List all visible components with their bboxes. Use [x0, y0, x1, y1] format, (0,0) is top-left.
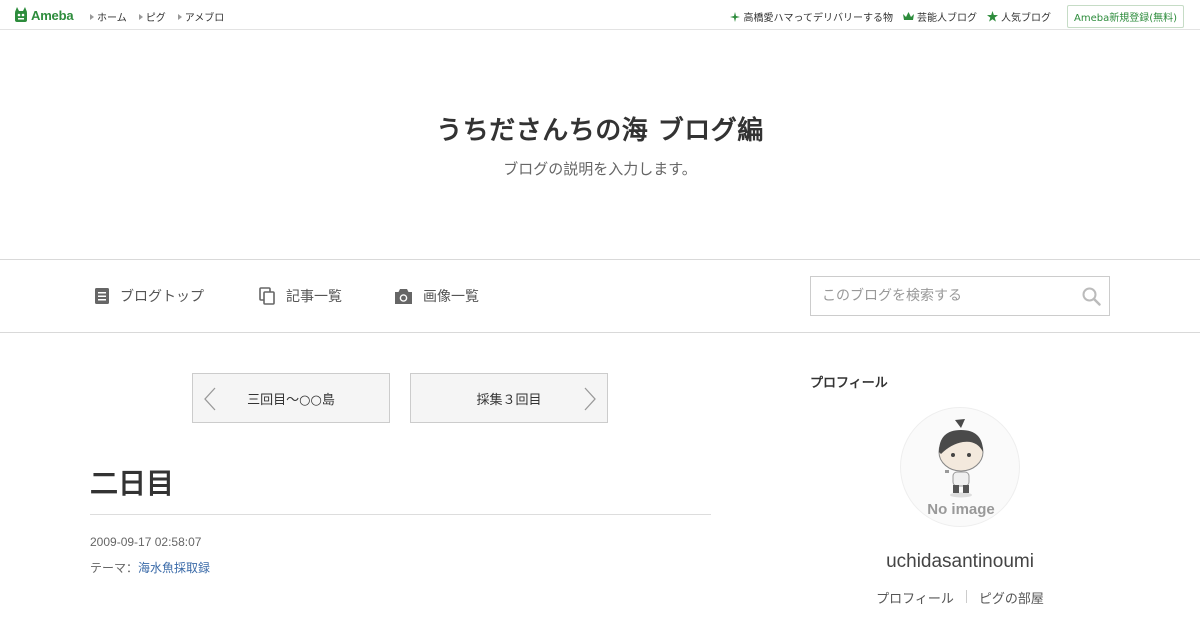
sparkle-icon: [730, 11, 741, 22]
global-nav-pigg[interactable]: ピグ: [138, 9, 166, 24]
global-nav-ameblo[interactable]: アメブロ: [177, 9, 225, 24]
document-icon: [95, 288, 109, 304]
search-input[interactable]: [811, 277, 1071, 315]
next-entry-button[interactable]: 採集３回目: [410, 373, 608, 423]
blog-description: ブログの説明を入力します。: [503, 160, 697, 178]
blog-nav-bar: ブログトップ 記事一覧 画像一覧: [0, 259, 1200, 333]
nav-article-list-label: 記事一覧: [286, 289, 342, 305]
entry-title[interactable]: 二日目: [90, 462, 174, 502]
search-icon[interactable]: [1082, 287, 1101, 306]
profile-links: プロフィール ピグの部屋: [810, 588, 1110, 607]
global-nav: ホーム ピグ アメブロ: [90, 9, 236, 24]
pigg-room-link[interactable]: ピグの部屋: [979, 588, 1044, 607]
entry-theme: テーマ：海水魚採取録: [90, 559, 210, 576]
trending-link[interactable]: 高橋愛ハマってデリバリーする物: [730, 9, 893, 24]
top-right-links: 高橋愛ハマってデリバリーする物 芸能人ブログ 人気ブログ Ameba新規登録(無…: [720, 5, 1184, 28]
entry-date: 2009-09-17 02:58:07: [90, 535, 202, 549]
trending-link-label: 高橋愛ハマってデリバリーする物: [743, 13, 893, 24]
profile-username[interactable]: uchidasantinoumi: [810, 551, 1110, 573]
avatar[interactable]: No image: [900, 407, 1020, 527]
global-nav-label: ピグ: [145, 13, 166, 24]
prev-entry-label: 三回目～○○島: [247, 392, 335, 408]
ameba-header-bar: Ameba ホーム ピグ アメブロ 高橋愛ハマってデリバリーする物 芸能人ブログ…: [0, 0, 1200, 30]
divider: [90, 514, 711, 515]
prev-entry-button[interactable]: 三回目～○○島: [192, 373, 390, 423]
global-nav-home[interactable]: ホーム: [90, 9, 127, 24]
ameba-logo-icon: [15, 7, 27, 22]
nav-article-list[interactable]: 記事一覧: [259, 286, 342, 306]
popular-blog-link[interactable]: 人気ブログ: [986, 9, 1051, 24]
next-entry-label: 採集３回目: [476, 392, 542, 408]
nav-image-list[interactable]: 画像一覧: [394, 286, 479, 306]
entry-theme-prefix: テーマ：: [90, 561, 139, 575]
blog-title[interactable]: うちださんちの海 ブログ編: [0, 110, 1200, 147]
register-button[interactable]: Ameba新規登録(無料): [1066, 5, 1184, 28]
chevron-left-icon: [204, 387, 216, 411]
avatar-placeholder-text: No image: [927, 501, 995, 518]
nav-blog-top-label: ブログトップ: [120, 289, 204, 305]
no-image-avatar-icon: No image: [927, 419, 995, 518]
divider: [965, 590, 967, 603]
triangle-right-icon: [138, 13, 143, 20]
profile-link[interactable]: プロフィール: [876, 588, 954, 607]
chevron-right-icon: [584, 387, 596, 411]
camera-icon: [395, 288, 412, 304]
star-icon: [986, 11, 998, 22]
triangle-right-icon: [90, 13, 94, 20]
entry-theme-link[interactable]: 海水魚採取録: [138, 561, 210, 575]
nav-blog-top[interactable]: ブログトップ: [94, 286, 204, 306]
ameba-logo[interactable]: Ameba: [14, 7, 74, 23]
global-nav-label: ホーム: [97, 13, 127, 24]
triangle-right-icon: [177, 13, 182, 20]
crown-icon: [902, 12, 914, 20]
global-nav-label: アメブロ: [184, 13, 225, 24]
celebrity-blog-label: 芸能人ブログ: [916, 13, 977, 24]
popular-blog-label: 人気ブログ: [1000, 13, 1051, 24]
logo-text: Ameba: [31, 7, 74, 23]
celebrity-blog-link[interactable]: 芸能人ブログ: [902, 9, 977, 24]
profile-heading: プロフィール: [810, 376, 888, 391]
blog-search: [810, 276, 1110, 316]
copy-icon: [259, 287, 275, 305]
nav-image-list-label: 画像一覧: [423, 289, 479, 305]
